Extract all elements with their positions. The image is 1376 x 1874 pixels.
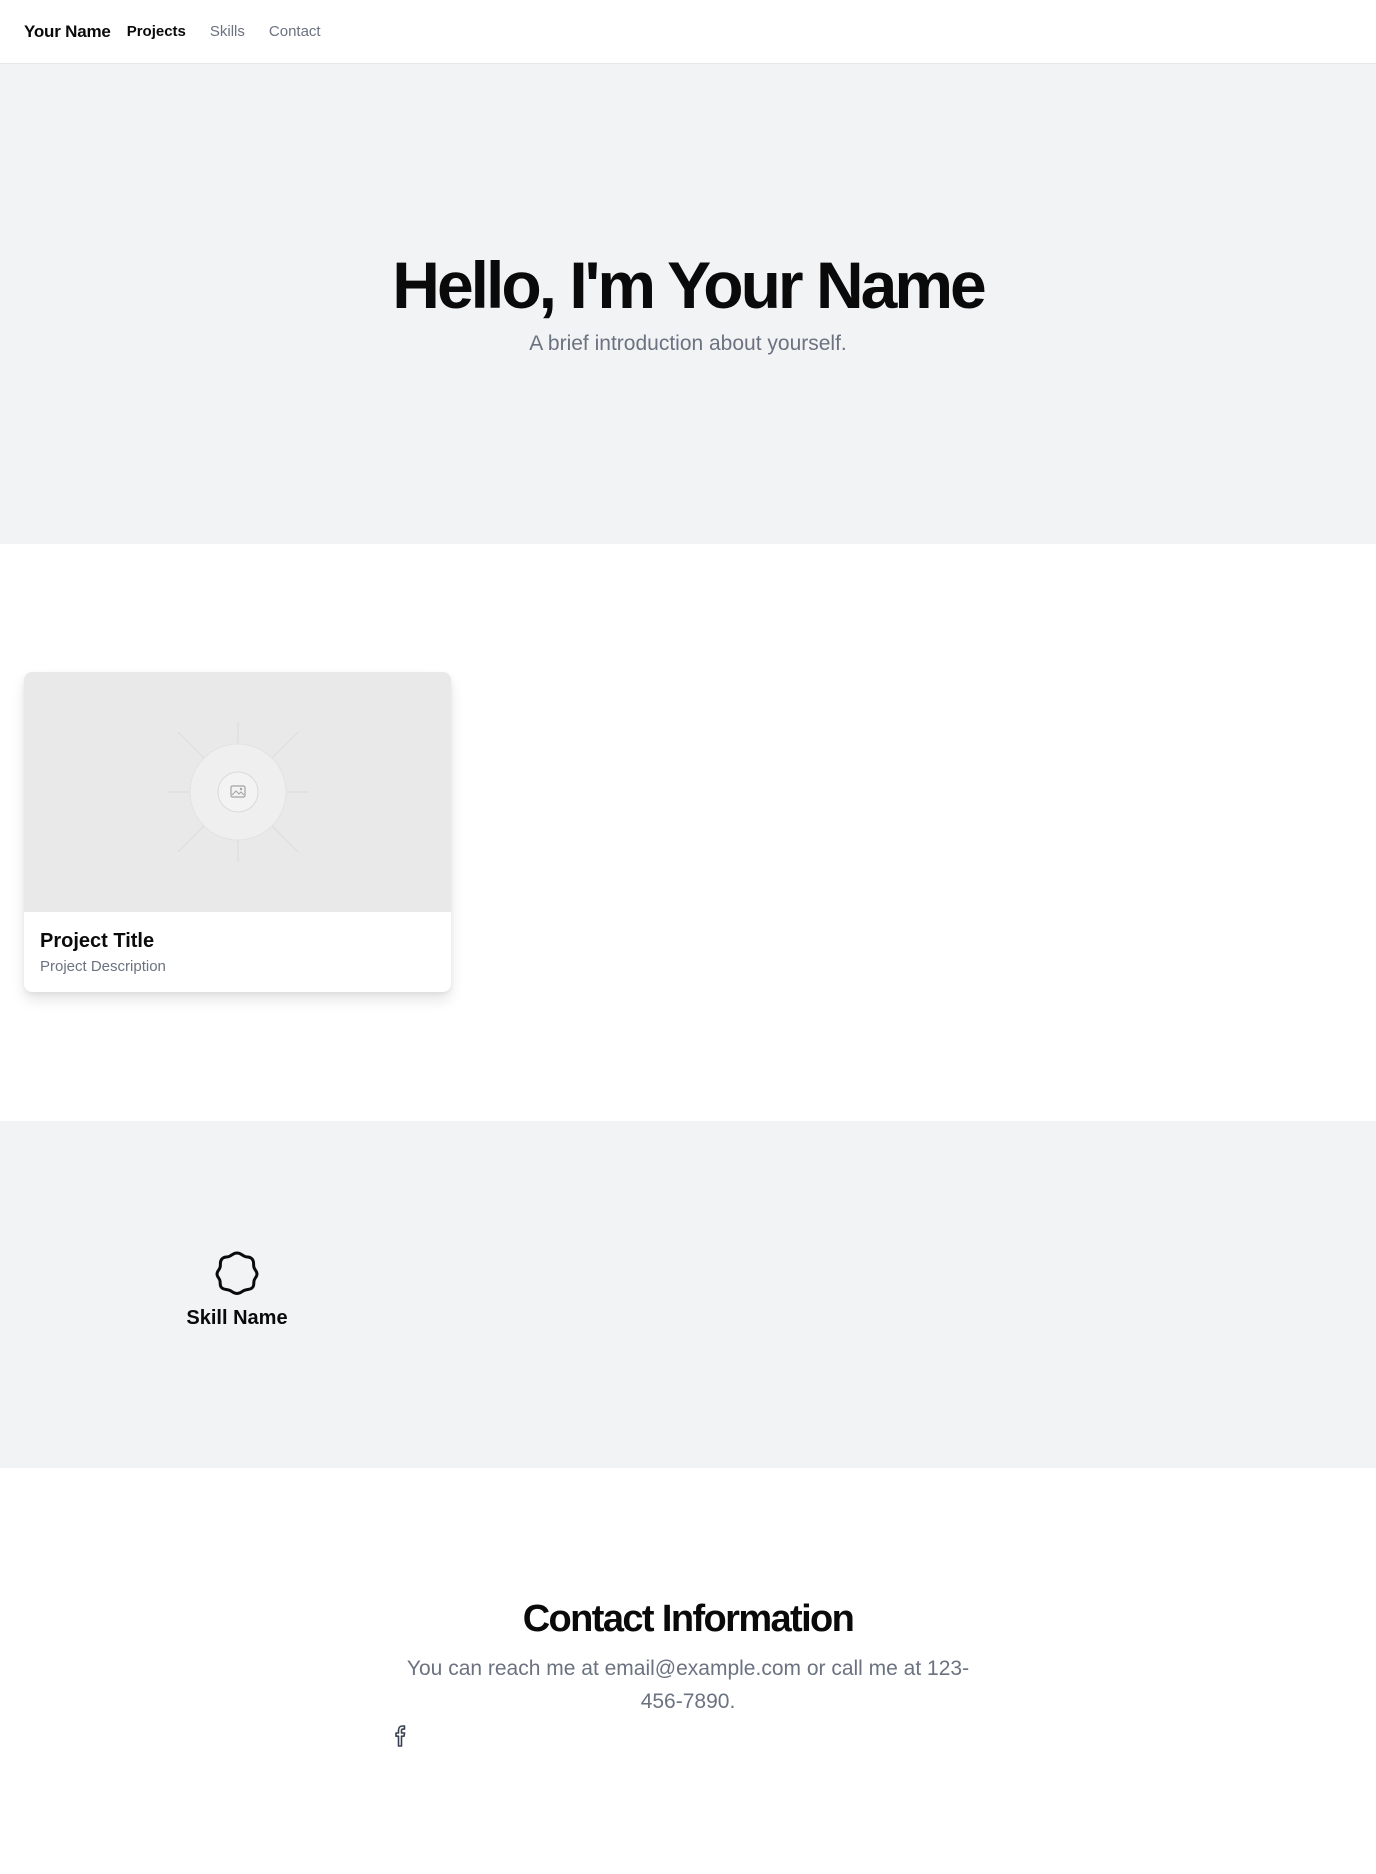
top-nav: Your Name Projects Skills Contact [0,0,1376,64]
nav-link-skills[interactable]: Skills [210,23,245,40]
hero-subtitle: A brief introduction about yourself. [529,332,847,355]
skill-item: Skill Name [167,1249,307,1330]
facebook-icon[interactable] [390,1723,412,1749]
badge-icon [215,1251,259,1295]
contact-title: Contact Information [522,1598,855,1640]
hero-section: Hello, I'm Your Name A brief introductio… [0,64,1376,544]
contact-text: You can reach me at email@example.com or… [406,1657,970,1713]
skills-section: Skill Name [0,1121,1376,1468]
hero-title: Hello, I'm Your Name [392,248,986,322]
project-card[interactable]: Project Title Project Description [24,672,451,992]
skill-name: Skill Name [186,1307,288,1329]
image-placeholder-icon [167,722,308,862]
brand-name[interactable]: Your Name [24,22,111,42]
project-title: Project Title [40,930,155,952]
nav-link-contact[interactable]: Contact [269,23,321,40]
projects-section: Project Title Project Description [0,544,1376,1121]
project-card-body: Project Title Project Description [24,912,451,991]
project-description: Project Description [40,958,166,975]
nav-link-projects[interactable]: Projects [127,23,186,40]
contact-section: Contact Information You can reach me at … [0,1468,1376,1874]
project-image [24,672,451,912]
